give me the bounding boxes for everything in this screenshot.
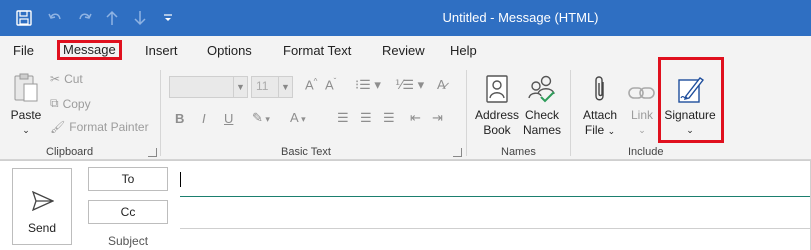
basic-text-group-label: Basic Text [281, 146, 331, 158]
scissors-icon: ✂ [50, 72, 61, 86]
cc-button[interactable]: Cc [88, 200, 168, 224]
tab-message[interactable]: Message [57, 40, 122, 60]
chevron-down-icon: ⌄ [22, 125, 30, 135]
clipboard-launcher-icon[interactable] [148, 148, 157, 157]
highlight-icon[interactable]: ✎ ▾ [252, 110, 270, 126]
basic-text-launcher-icon[interactable] [453, 148, 462, 157]
address-book-icon [474, 70, 520, 104]
paste-button[interactable]: Paste ⌄ [8, 70, 44, 138]
clipboard-icon [8, 70, 44, 104]
paperclip-icon [578, 70, 622, 104]
check-names-button[interactable]: Check Names [520, 70, 564, 138]
window-title: Untitled - Message (HTML) [442, 10, 599, 25]
chevron-down-icon: ⌄ [638, 125, 646, 135]
link-icon [624, 70, 660, 104]
address-book-button[interactable]: Address Book [474, 70, 520, 138]
separator [570, 70, 571, 156]
tab-options[interactable]: Options [207, 41, 252, 60]
compose-header: Send To Cc Subject [0, 160, 811, 250]
underline-button[interactable]: U [224, 111, 233, 126]
send-icon [31, 190, 55, 216]
format-painter-button[interactable]: 🖌 Format Painter [50, 120, 149, 134]
copy-icon: ⧉ [50, 96, 59, 110]
italic-button[interactable]: I [202, 111, 206, 126]
subject-label: Subject [108, 234, 149, 248]
copy-button[interactable]: ⧉ Copy [50, 96, 91, 111]
align-center-icon[interactable]: ☰ [360, 110, 372, 126]
grow-font-icon[interactable]: A^ [305, 77, 317, 92]
text-cursor [180, 172, 181, 187]
link-button[interactable]: Link ⌄ [624, 70, 660, 138]
include-group-label: Include [628, 146, 664, 158]
check-names-icon [520, 70, 564, 104]
tab-file[interactable]: File [13, 41, 34, 60]
tab-help[interactable]: Help [450, 41, 477, 60]
cut-button[interactable]: ✂ Cut [50, 72, 83, 86]
chevron-down-icon: ⌄ [607, 126, 616, 136]
signature-highlight-box [658, 57, 724, 143]
font-name-combo[interactable]: ▼ [169, 76, 248, 98]
paintbrush-icon: 🖌 [50, 120, 66, 134]
tab-format-text[interactable]: Format Text [283, 41, 351, 60]
decrease-indent-icon[interactable]: ⇤ [410, 110, 421, 126]
bold-button[interactable]: B [175, 111, 184, 126]
clipboard-group-label: Clipboard [46, 146, 94, 158]
clear-formatting-icon[interactable]: A̷ [437, 77, 446, 92]
shrink-font-icon[interactable]: Aˇ [325, 77, 336, 92]
bullets-icon[interactable]: ⁝☰ ▾ [355, 77, 381, 93]
chevron-down-icon: ▼ [278, 77, 292, 97]
title-bar: Untitled - Message (HTML) [0, 0, 811, 36]
separator [466, 70, 467, 156]
ribbon: Paste ⌄ ✂ Cut ⧉ Copy 🖌 Format Painter Clipb… [0, 57, 811, 160]
align-left-icon[interactable]: ☰ [337, 110, 349, 126]
align-right-icon[interactable]: ☰ [383, 110, 395, 126]
send-button[interactable]: Send [12, 168, 72, 245]
tab-insert[interactable]: Insert [145, 41, 178, 60]
to-button[interactable]: To [88, 167, 168, 191]
font-color-icon[interactable]: A ▾ [290, 110, 306, 125]
increase-indent-icon[interactable]: ⇥ [432, 110, 443, 126]
chevron-down-icon: ▼ [233, 77, 247, 97]
tab-review[interactable]: Review [382, 41, 425, 60]
to-field[interactable] [180, 196, 811, 197]
names-group-label: Names [501, 146, 536, 158]
cc-field[interactable] [180, 228, 811, 229]
separator [160, 70, 161, 156]
font-size-combo[interactable]: 11 ▼ [251, 76, 293, 98]
numbering-icon[interactable]: ⅟☰ ▾ [395, 77, 424, 93]
attach-file-button[interactable]: Attach File ⌄ [578, 70, 622, 139]
